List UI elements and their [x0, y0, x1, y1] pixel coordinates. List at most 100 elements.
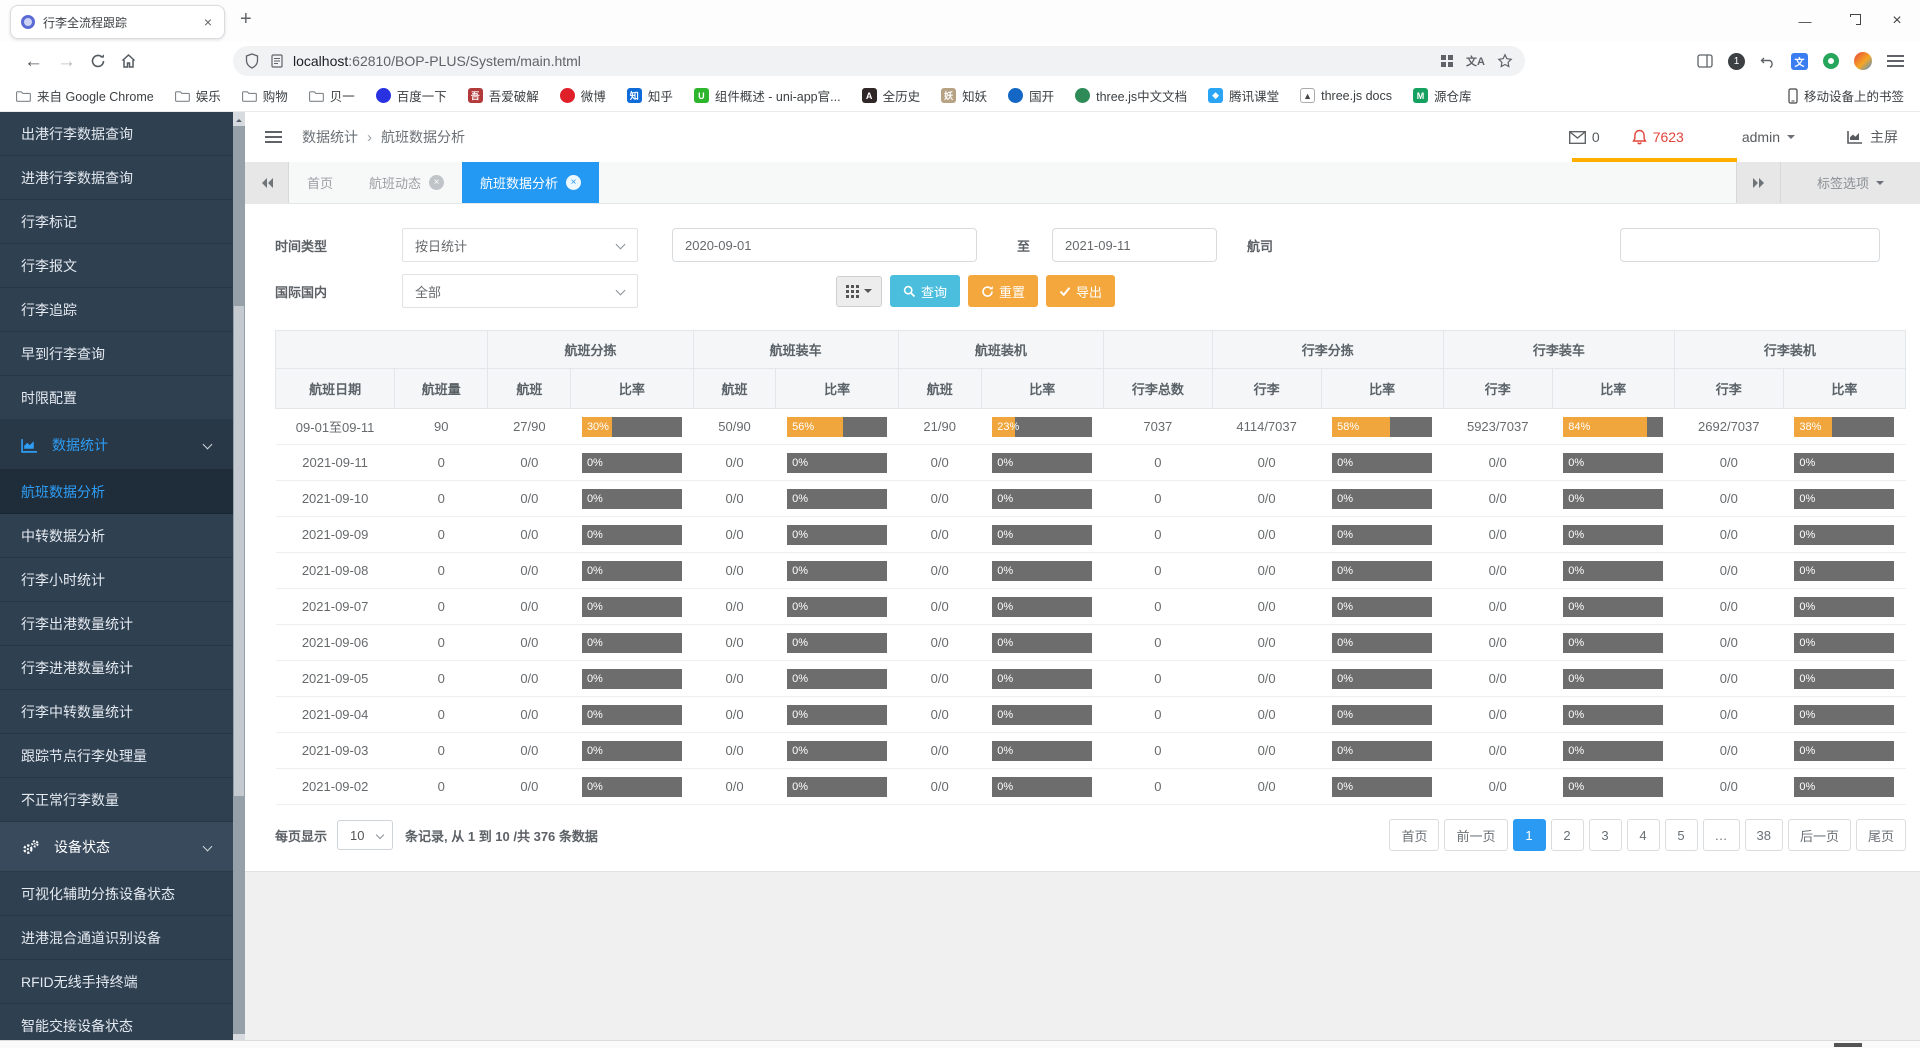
page-button[interactable]: 38 [1745, 819, 1783, 851]
bookmark-star-icon[interactable] [1497, 53, 1513, 69]
bookmark-item[interactable]: 吾吾爱破解 [468, 86, 539, 105]
sidebar-section[interactable]: 数据统计 [0, 420, 233, 470]
column-toggle-button[interactable] [836, 276, 882, 307]
sidebar-item[interactable]: 行李中转数量统计 [0, 690, 233, 734]
extension-grid-icon[interactable] [1440, 54, 1454, 68]
sidebar-item[interactable]: 行李报文 [0, 244, 233, 288]
sidebar-item[interactable]: 早到行李查询 [0, 332, 233, 376]
scroll-tabs-left-button[interactable] [245, 162, 289, 203]
close-button[interactable]: × [1874, 0, 1920, 42]
page-button[interactable]: 尾页 [1856, 819, 1906, 851]
mail-button[interactable]: 0 [1569, 129, 1600, 145]
page-button[interactable]: 4 [1627, 819, 1660, 851]
bookmark-item[interactable]: 妖知妖 [941, 86, 987, 105]
bookmark-item[interactable]: 知知乎 [627, 86, 673, 105]
sidebar-section[interactable]: 设备状态 [0, 822, 233, 872]
bookmark-item[interactable]: ◆腾讯课堂 [1208, 86, 1279, 105]
content-tab[interactable]: 航班动态× [351, 162, 462, 203]
translate-icon[interactable]: 文A [1466, 53, 1485, 69]
reload-icon[interactable] [90, 53, 106, 69]
sidebar-item[interactable]: 出港行李数据查询 [0, 112, 233, 156]
side-panel-icon[interactable] [1697, 54, 1713, 68]
breadcrumb-parent[interactable]: 数据统计 [302, 127, 358, 147]
bookmark-item[interactable]: A全历史 [862, 86, 921, 105]
url-text[interactable]: localhost:62810/BOP-PLUS/System/main.htm… [293, 53, 1428, 69]
sidebar-item[interactable]: 行李标记 [0, 200, 233, 244]
sidebar-item[interactable]: 行李追踪 [0, 288, 233, 332]
bookmark-item[interactable]: ▲three.js docs [1300, 86, 1392, 105]
bookmark-item[interactable]: three.js中文文档 [1075, 86, 1187, 105]
main-screen-button[interactable]: 主屏 [1847, 127, 1898, 147]
tab-options-button[interactable]: 标签选项 [1780, 162, 1920, 203]
bookmark-item[interactable]: 贝一 [309, 86, 355, 105]
extension-green-icon[interactable] [1823, 53, 1839, 69]
intl-domestic-select[interactable]: 全部 [402, 274, 638, 308]
bookmark-item[interactable]: 百度一下 [376, 86, 447, 105]
sidebar-scrollbar[interactable] [233, 112, 245, 1048]
tab-close-icon[interactable]: × [566, 175, 581, 190]
profile-avatar[interactable] [1854, 52, 1872, 70]
page-info-icon[interactable] [271, 54, 283, 68]
translate-extension-icon[interactable]: 文 [1791, 53, 1808, 70]
page-button[interactable]: 1 [1513, 819, 1546, 851]
sidebar-item[interactable]: 行李进港数量统计 [0, 646, 233, 690]
sidebar-item[interactable]: 行李出港数量统计 [0, 602, 233, 646]
page-button[interactable]: 后一页 [1788, 819, 1851, 851]
extension-badge-icon[interactable]: 1 [1728, 53, 1745, 70]
page-button[interactable]: … [1703, 819, 1740, 851]
sidebar-item[interactable]: 进港行李数据查询 [0, 156, 233, 200]
date-from-input[interactable]: 2020-09-01 [672, 228, 977, 262]
back-icon[interactable]: ← [24, 52, 43, 71]
sidebar-item[interactable]: 时限配置 [0, 376, 233, 420]
browser-menu-icon[interactable] [1887, 52, 1904, 70]
bookmark-item[interactable]: M源仓库 [1413, 86, 1472, 105]
content-tab[interactable]: 航班数据分析× [462, 162, 599, 203]
sidebar-item[interactable]: 行李小时统计 [0, 558, 233, 602]
tab-close-icon[interactable]: × [200, 14, 216, 30]
sidebar-item[interactable]: 不正常行李数量 [0, 778, 233, 822]
airline-input[interactable] [1620, 228, 1880, 262]
sidebar-item[interactable]: RFID无线手持终端 [0, 960, 233, 1004]
bookmark-item[interactable]: U组件概述 - uni-app官... [694, 86, 841, 105]
browser-tab[interactable]: 行李全流程跟踪 × [10, 5, 225, 39]
per-page-select[interactable]: 10 [337, 820, 393, 850]
page-button[interactable]: 首页 [1389, 819, 1439, 851]
sidebar-item[interactable]: 进港混合通道识别设备 [0, 916, 233, 960]
reset-button[interactable]: 重置 [968, 275, 1038, 307]
bookmark-item[interactable]: 娱乐 [175, 86, 221, 105]
bookmark-item[interactable]: 来自 Google Chrome [16, 86, 154, 105]
mobile-bookmarks-button[interactable]: 移动设备上的书签 [1788, 86, 1904, 105]
bookmark-item[interactable]: 微博 [560, 86, 606, 105]
page-button[interactable]: 前一页 [1444, 819, 1507, 851]
table-cell: 0% [1552, 661, 1674, 697]
time-type-select[interactable]: 按日统计 [402, 228, 638, 262]
notifications-button[interactable]: 7623 [1632, 129, 1684, 146]
page-button[interactable]: 3 [1589, 819, 1622, 851]
scrollbar-thumb[interactable] [234, 306, 244, 796]
sidebar-item[interactable]: 可视化辅助分拣设备状态 [0, 872, 233, 916]
tab-close-icon[interactable]: × [429, 175, 444, 190]
scroll-up-icon[interactable] [233, 112, 245, 126]
home-icon[interactable] [120, 53, 137, 69]
export-button[interactable]: 导出 [1046, 275, 1115, 307]
page-button[interactable]: 5 [1665, 819, 1698, 851]
url-bar[interactable]: localhost:62810/BOP-PLUS/System/main.htm… [233, 46, 1525, 76]
bookmark-item[interactable]: 国开 [1008, 86, 1054, 105]
new-tab-button[interactable]: + [240, 8, 252, 31]
sidebar-item[interactable]: 中转数据分析 [0, 514, 233, 558]
sidebar-item[interactable]: 跟踪节点行李处理量 [0, 734, 233, 778]
minimize-button[interactable]: — [1782, 0, 1828, 42]
shield-icon[interactable] [245, 53, 259, 69]
scroll-tabs-right-button[interactable] [1736, 162, 1780, 203]
menu-toggle-icon[interactable] [265, 128, 282, 146]
content-tab[interactable]: 首页 [289, 162, 351, 203]
search-button[interactable]: 查询 [890, 275, 960, 307]
restore-button[interactable] [1828, 0, 1874, 42]
page-button[interactable]: 2 [1551, 819, 1584, 851]
user-menu[interactable]: admin [1742, 129, 1795, 145]
bookmark-item[interactable]: 购物 [242, 86, 288, 105]
forward-icon[interactable]: → [57, 52, 76, 71]
date-to-input[interactable]: 2021-09-11 [1052, 228, 1217, 262]
history-arrow-icon[interactable] [1760, 54, 1776, 68]
sidebar-item[interactable]: 航班数据分析 [0, 470, 233, 514]
